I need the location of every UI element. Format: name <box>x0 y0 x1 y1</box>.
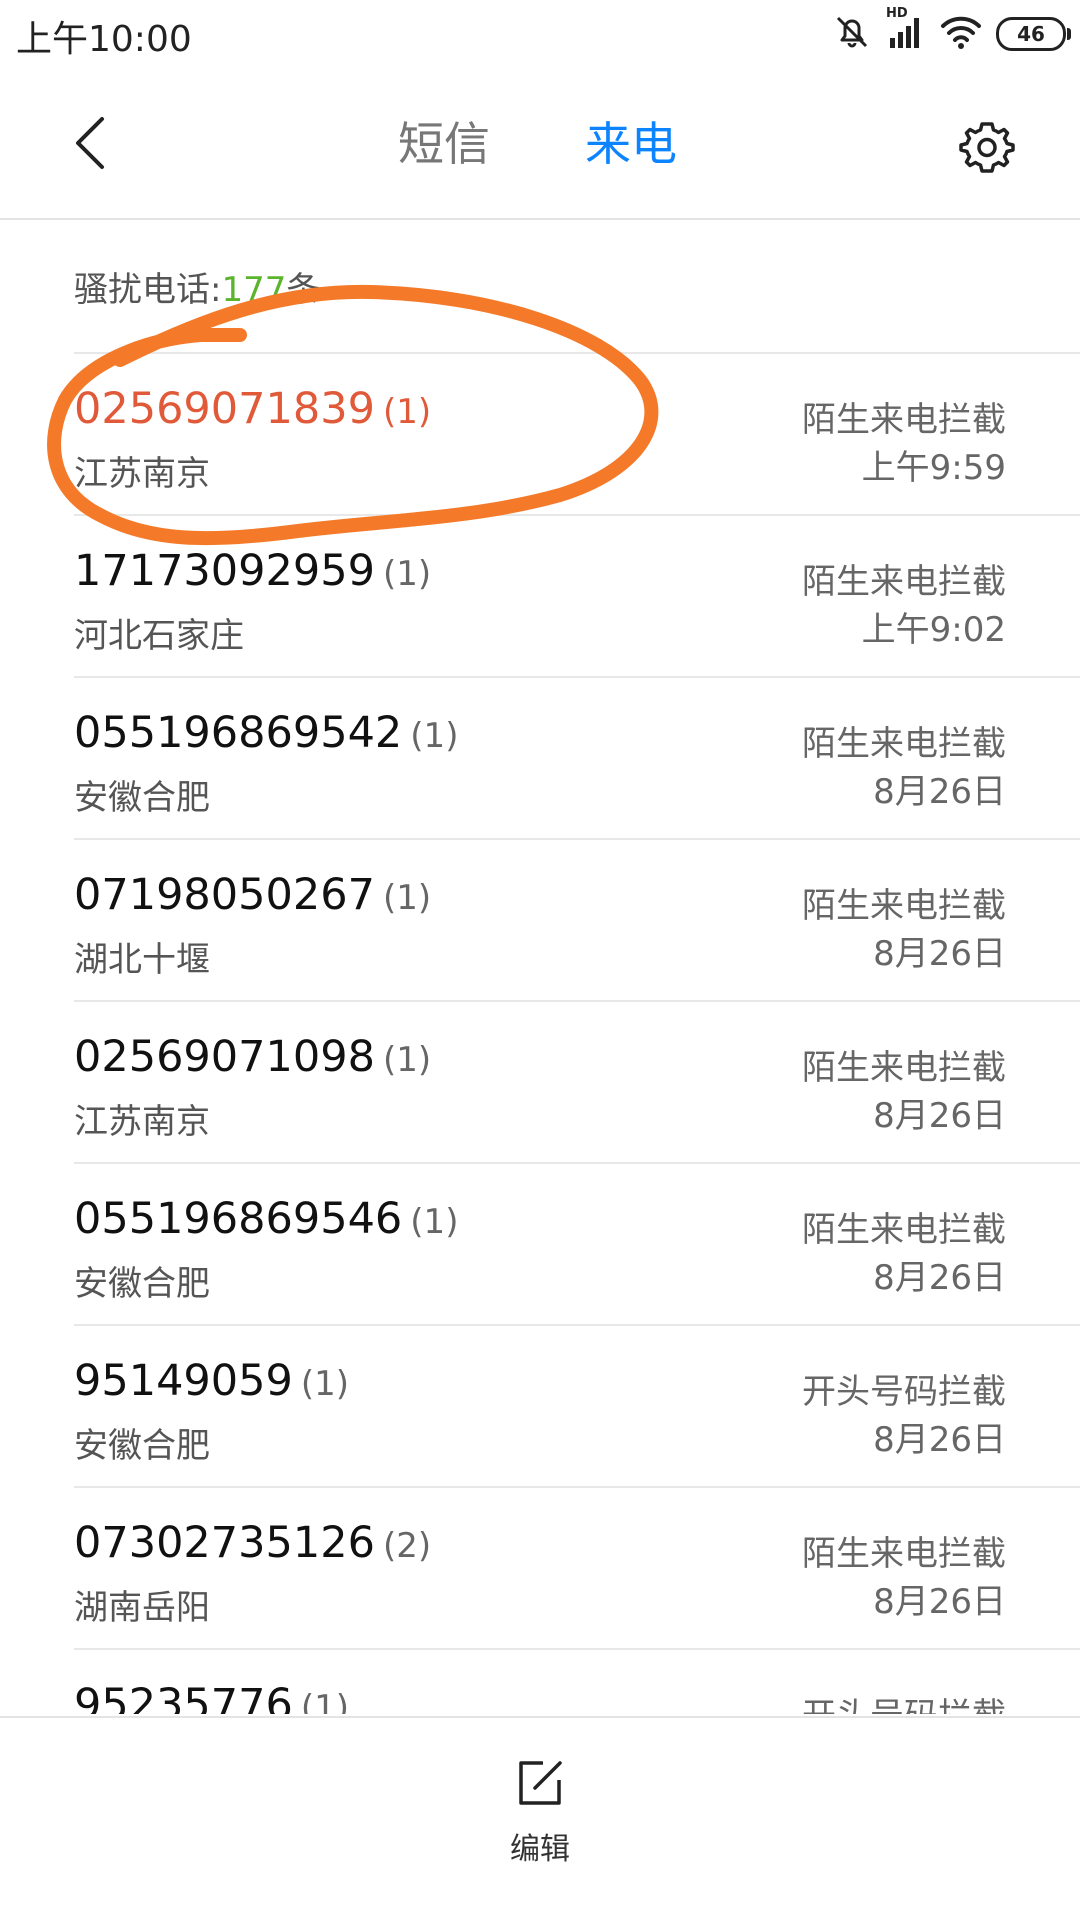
call-number: 95235776 (1) <box>74 1680 349 1714</box>
call-number: 07302735126 (2) <box>74 1518 431 1568</box>
call-time: 8月26日 <box>873 1096 1006 1136</box>
tab-calls[interactable]: 来电 <box>585 114 677 174</box>
call-row[interactable]: 02569071839 (1) 江苏南京 陌生来电拦截 上午9:59 <box>74 354 1080 516</box>
call-block-type: 陌生来电拦截 <box>802 724 1006 764</box>
call-row[interactable]: 055196869542 (1) 安徽合肥 陌生来电拦截 8月26日 <box>74 678 1080 840</box>
wifi-icon <box>940 12 982 56</box>
status-time: 上午10:00 <box>16 19 192 60</box>
call-location: 江苏南京 <box>74 1102 210 1142</box>
hd-label: HD <box>886 6 908 21</box>
call-time: 8月26日 <box>873 772 1006 812</box>
call-number: 07198050267 (1) <box>74 870 431 920</box>
call-block-type: 开头号码拦截 <box>802 1688 1006 1714</box>
call-location: 安徽合肥 <box>74 1426 210 1466</box>
call-time: 8月26日 <box>873 1582 1006 1622</box>
back-button[interactable] <box>60 110 120 180</box>
call-location: 湖北十堰 <box>74 940 210 980</box>
call-block-type: 陌生来电拦截 <box>802 886 1006 926</box>
call-number-text: 95149059 <box>74 1356 293 1406</box>
blocked-calls-summary: 骚扰电话:177条 <box>74 262 320 311</box>
call-block-type: 陌生来电拦截 <box>802 1210 1006 1250</box>
call-count: (1) <box>382 878 432 918</box>
call-count: (2) <box>382 1526 432 1566</box>
call-count: (1) <box>300 1364 350 1404</box>
call-time: 上午9:02 <box>861 610 1006 650</box>
call-number-text: 95235776 <box>74 1680 293 1714</box>
battery-level: 46 <box>1017 22 1045 46</box>
bottom-bar: 编辑 <box>0 1716 1080 1922</box>
call-number: 055196869542 (1) <box>74 708 458 758</box>
status-bar: 上午10:00 HD 46 <box>0 0 1080 70</box>
back-icon <box>72 115 108 175</box>
call-row[interactable]: 17173092959 (1) 河北石家庄 陌生来电拦截 上午9:02 <box>74 516 1080 678</box>
call-time: 8月26日 <box>873 1420 1006 1460</box>
call-number-text: 07198050267 <box>74 870 375 920</box>
battery-icon: 46 <box>996 17 1071 51</box>
call-number-text: 02569071839 <box>74 384 375 434</box>
call-count: (1) <box>382 554 432 594</box>
call-block-type: 陌生来电拦截 <box>802 562 1006 602</box>
call-location: 安徽合肥 <box>74 778 210 818</box>
call-count: (1) <box>300 1688 350 1714</box>
call-location: 河北石家庄 <box>74 616 244 656</box>
call-time: 8月26日 <box>873 1258 1006 1298</box>
call-count: (1) <box>410 716 459 756</box>
call-number: 95149059 (1) <box>74 1356 349 1406</box>
call-number: 02569071098 (1) <box>74 1032 431 1082</box>
call-row[interactable]: 95149059 (1) 安徽合肥 开头号码拦截 8月26日 <box>74 1326 1080 1488</box>
tab-sms[interactable]: 短信 <box>398 114 490 174</box>
summary-count: 177 <box>221 270 287 310</box>
call-row[interactable]: 02569071098 (1) 江苏南京 陌生来电拦截 8月26日 <box>74 1002 1080 1164</box>
edit-button[interactable]: 编辑 <box>490 1758 590 1878</box>
call-row[interactable]: 95235776 (1) 开头号码拦截 <box>74 1650 1080 1714</box>
call-row[interactable]: 07198050267 (1) 湖北十堰 陌生来电拦截 8月26日 <box>74 840 1080 1002</box>
call-number: 055196869546 (1) <box>74 1194 458 1244</box>
call-count: (1) <box>382 392 432 432</box>
call-number: 02569071839 (1) <box>74 384 431 434</box>
call-count: (1) <box>382 1040 432 1080</box>
edit-label: 编辑 <box>510 1832 570 1867</box>
call-number: 17173092959 (1) <box>74 546 431 596</box>
call-location: 湖南岳阳 <box>74 1588 210 1628</box>
call-number-text: 055196869542 <box>74 708 403 758</box>
blocked-call-list[interactable]: 02569071839 (1) 江苏南京 陌生来电拦截 上午9:59 171730… <box>0 354 1080 1714</box>
call-time: 8月26日 <box>873 934 1006 974</box>
call-block-type: 陌生来电拦截 <box>802 400 1006 440</box>
settings-button[interactable] <box>958 118 1016 176</box>
call-block-type: 开头号码拦截 <box>802 1372 1006 1412</box>
call-location: 安徽合肥 <box>74 1264 210 1304</box>
call-row[interactable]: 07302735126 (2) 湖南岳阳 陌生来电拦截 8月26日 <box>74 1488 1080 1650</box>
settings-gear-icon <box>958 122 1016 180</box>
call-number-text: 055196869546 <box>74 1194 403 1244</box>
call-row[interactable]: 055196869546 (1) 安徽合肥 陌生来电拦截 8月26日 <box>74 1164 1080 1326</box>
call-block-type: 陌生来电拦截 <box>802 1048 1006 1088</box>
call-number-text: 02569071098 <box>74 1032 375 1082</box>
status-icons: HD 46 <box>832 6 1071 56</box>
summary-label: 骚扰电话: <box>74 270 222 310</box>
call-time: 上午9:59 <box>861 448 1006 488</box>
call-location: 江苏南京 <box>74 454 210 494</box>
call-number-text: 17173092959 <box>74 546 375 596</box>
edit-icon <box>515 1758 565 1812</box>
mute-bell-icon <box>832 12 872 56</box>
header: 短信 来电 <box>0 70 1080 220</box>
call-block-type: 陌生来电拦截 <box>802 1534 1006 1574</box>
signal-icon: HD <box>886 6 926 56</box>
summary-unit: 条 <box>286 270 321 310</box>
call-number-text: 07302735126 <box>74 1518 375 1568</box>
call-count: (1) <box>410 1202 459 1242</box>
